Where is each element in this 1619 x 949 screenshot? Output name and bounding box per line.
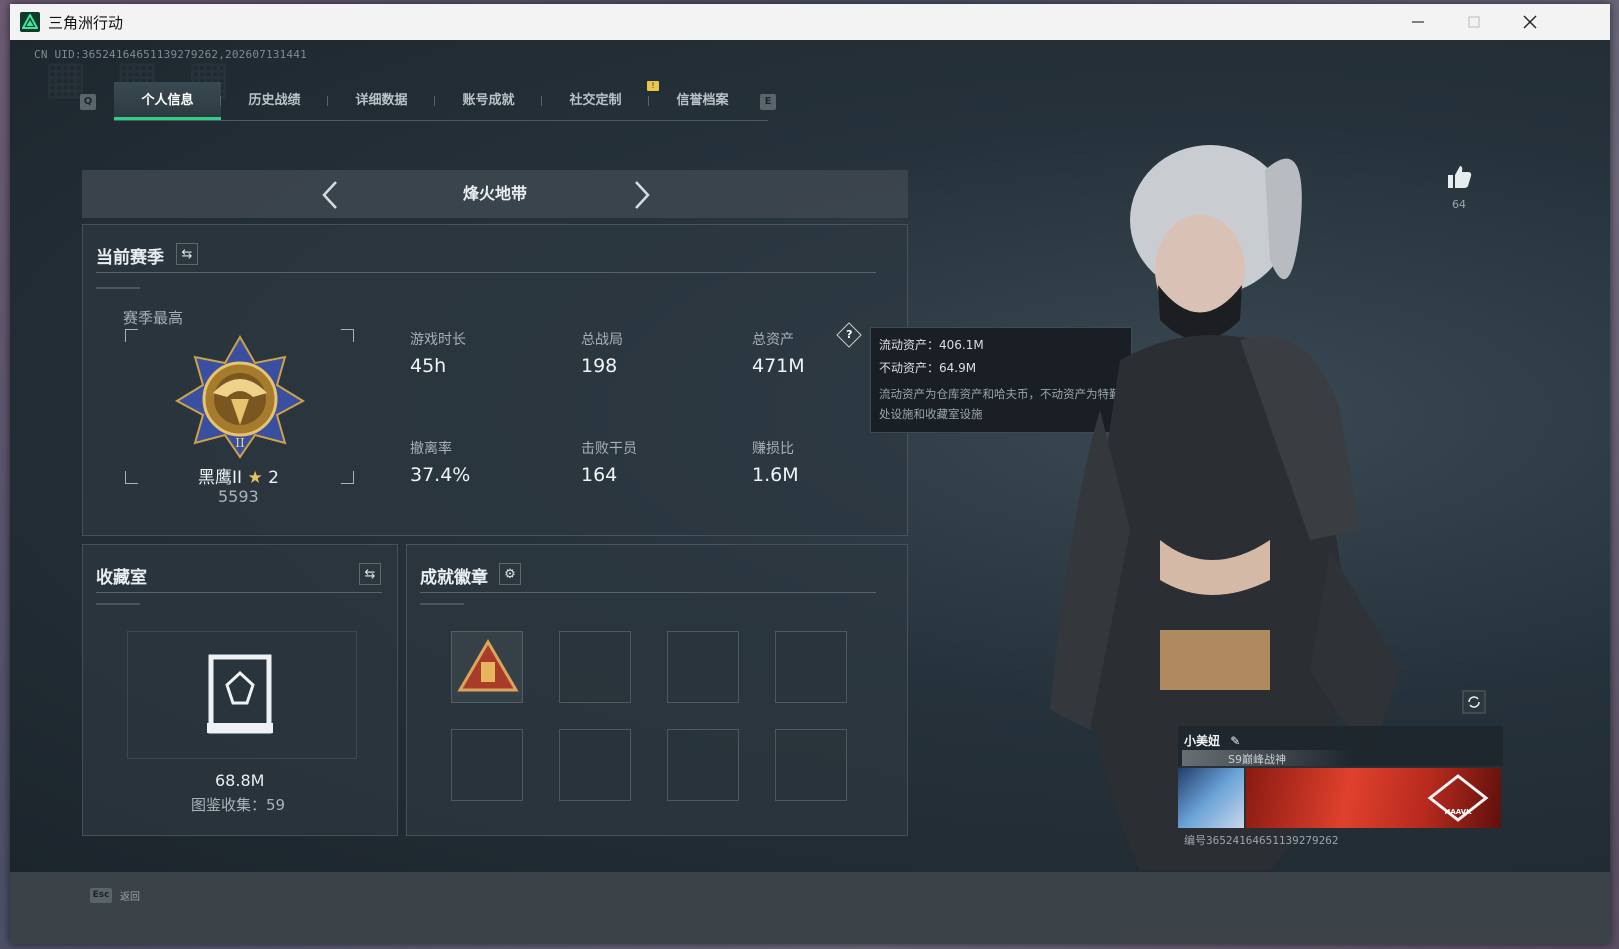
rank-emblem-icon: II — [174, 335, 306, 459]
maximize-button[interactable] — [1446, 4, 1502, 40]
tab-detailed-data[interactable]: 详细数据 — [328, 82, 435, 120]
frame-corner — [341, 329, 354, 342]
tab-social[interactable]: 社交定制 — [542, 82, 649, 120]
tab-next-key[interactable]: E — [760, 94, 776, 110]
card-banner-image: HAAVK — [1246, 768, 1501, 828]
stat-value: 471M — [752, 355, 805, 377]
frame-corner — [125, 329, 138, 342]
badge-slot[interactable] — [775, 729, 847, 801]
main-area: ▦ ▦ ▦ CN UID:3652416465113927926​2,20260… — [10, 40, 1610, 872]
mode-title: 烽火地带 — [462, 184, 527, 203]
stat-label: 游戏时长 — [410, 332, 466, 348]
rank-name: 黑鹰II — [198, 468, 243, 488]
tab-personal-info[interactable]: 个人信息 — [114, 82, 221, 120]
svg-text:II: II — [235, 436, 245, 450]
rank-stars: 2 — [268, 468, 279, 488]
season-title: 当前赛季 — [96, 248, 164, 268]
collection-decor-line — [96, 603, 140, 605]
badge-slot[interactable] — [559, 631, 631, 703]
card-avatar-image — [1178, 768, 1244, 828]
stat-label: 击败干员 — [581, 441, 637, 457]
mode-next-chevron-icon[interactable] — [632, 180, 652, 215]
badge-slot[interactable] — [667, 631, 739, 703]
bottom-bar — [10, 872, 1610, 944]
season-divider — [96, 272, 876, 273]
refresh-icon[interactable] — [1462, 690, 1486, 714]
rank-score: 5593 — [218, 487, 259, 506]
back-label[interactable]: 返回 — [120, 888, 140, 903]
stat-value: 164 — [581, 464, 618, 486]
app-logo-icon — [20, 12, 40, 32]
season-panel: 当前赛季 ⇆ 赛季最高 II 黑鹰II ★ 2 5593 游戏时长 45h 总战… — [82, 224, 908, 536]
profile-card[interactable]: 小美妞 ✎ S9巅峰战神 HAAVK 编号3652416465113927926… — [1178, 726, 1503, 847]
collection-panel: 收藏室 ⇆ 68.8M 图鉴收集：59 — [82, 544, 398, 836]
esc-key[interactable]: Esc — [90, 888, 112, 903]
collection-divider — [96, 592, 382, 593]
profile-title: S9巅峰战神 — [1228, 753, 1286, 766]
stat-value: 45h — [410, 355, 447, 377]
tab-credit-record[interactable]: 信誉档案 — [649, 82, 756, 120]
badge-slot[interactable] — [451, 631, 523, 703]
stat-value: 37.4% — [410, 464, 471, 486]
rank-star-icon: ★ — [247, 468, 263, 488]
mode-prev-chevron-icon[interactable] — [320, 180, 340, 215]
frame-corner — [341, 471, 354, 484]
badges-panel: 成就徽章 ⚙ — [406, 544, 908, 836]
collection-title: 收藏室 — [96, 568, 147, 588]
tab-prev-key[interactable]: Q — [80, 94, 96, 110]
stat-label: 总战局 — [581, 332, 623, 348]
profile-name-wrapper: 小美妞 ✎ — [1184, 732, 1240, 749]
stat-label: 撤离率 — [410, 441, 452, 457]
collection-codex-count: 图鉴收集：59 — [191, 796, 286, 814]
badge-slot[interactable] — [667, 729, 739, 801]
collection-switch-icon[interactable]: ⇆ — [359, 563, 381, 585]
stat-label: 总资产 — [752, 332, 794, 348]
tab-achievements[interactable]: 账号成就 — [435, 82, 542, 120]
tab-history[interactable]: 历史战绩 — [221, 82, 328, 120]
badge-slot[interactable] — [559, 729, 631, 801]
svg-text:HAAVK: HAAVK — [1444, 808, 1472, 816]
window-title: 三角洲行动 — [48, 13, 124, 32]
achievement-badge-icon — [457, 639, 519, 692]
badge-slot[interactable] — [451, 729, 523, 801]
title-bar: 三角洲行动 — [10, 4, 1610, 40]
badges-title: 成就徽章 — [420, 568, 488, 588]
rank-name-wrapper: 黑鹰II ★ 2 — [198, 463, 279, 488]
badge-slot[interactable] — [775, 631, 847, 703]
season-best-label: 赛季最高 — [123, 309, 184, 327]
collection-cabinet-icon — [207, 654, 273, 734]
stat-value: 1.6M — [752, 464, 799, 486]
mode-selector: 烽火地带 — [82, 170, 908, 218]
like-count: 64 — [1452, 198, 1466, 211]
badges-decor-line — [420, 603, 464, 605]
profile-name: 小美妞 — [1184, 734, 1221, 748]
season-decor-line — [96, 287, 140, 289]
stat-value: 198 — [581, 355, 618, 377]
frame-corner — [125, 471, 138, 484]
edit-name-icon[interactable]: ✎ — [1230, 734, 1240, 748]
player-uid: CN UID:3652416465113927926​2,20260713144… — [34, 48, 307, 61]
close-button[interactable] — [1502, 4, 1558, 40]
season-switch-icon[interactable]: ⇆ — [176, 243, 198, 265]
badges-settings-icon[interactable]: ⚙ — [499, 563, 521, 585]
profile-id: 编号3652416465113927926​2 — [1184, 834, 1339, 847]
collection-value: 68.8M — [215, 771, 265, 790]
tab-bar: 个人信息 历史战绩 详细数据 账号成就 社交定制 信誉档案 — [114, 82, 768, 121]
game-window: 三角洲行动 ▦ ▦ ▦ CN UID:3652416465113927926​2… — [10, 4, 1610, 944]
notification-badge: ! — [647, 81, 659, 91]
thumbs-up-icon[interactable] — [1446, 164, 1472, 190]
stat-label: 赚损比 — [752, 441, 794, 457]
badges-divider — [420, 592, 876, 593]
minimize-button[interactable] — [1390, 4, 1446, 40]
